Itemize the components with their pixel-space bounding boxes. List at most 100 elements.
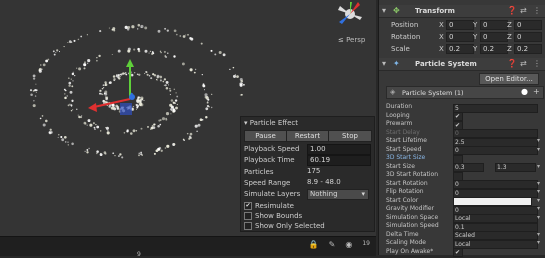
particle-dot [41,115,44,117]
particle-dot [236,75,239,78]
particle-dot [68,84,71,87]
bottom-field[interactable]: 9 [137,251,227,258]
restart-button[interactable]: Restart [286,130,329,142]
scale-z-axis-label[interactable]: Z [507,45,512,53]
prop-field-duration[interactable]: 5 [453,103,538,113]
particle-system-header[interactable]: ▾ ✦ Particle System ❓ ⇄ ⋮ [379,58,545,71]
particle-dot [121,156,124,159]
show-bounds-toggle[interactable]: Show Bounds [244,211,302,221]
position-x-field[interactable]: 0 [446,20,474,30]
show-only-selected-toggle[interactable]: Show Only Selected [244,221,325,231]
particle-dot [149,50,152,53]
simulate-layers-dropdown[interactable]: Nothing ▾ [307,189,369,200]
more-icon[interactable]: ⋮ [533,59,541,68]
expand-triangle-icon[interactable]: ▾ [382,59,386,68]
stop-button[interactable]: Stop [328,130,372,142]
help-icon[interactable]: ❓ [507,6,517,15]
particle-dot [84,150,86,152]
scene-view[interactable]: ≤ Persp ▾ Particle Effect Pause Restart … [0,0,376,236]
particle-dot [194,68,197,71]
expand-triangle-icon[interactable]: ▾ [382,6,386,15]
projection-label[interactable]: ≤ Persp [338,36,365,44]
visibility-icon[interactable]: ◉ [345,240,352,249]
playback-speed-field[interactable]: 1.00 [307,144,371,155]
playback-time-field[interactable]: 60.19 [307,155,371,166]
particle-dot [88,147,90,150]
particle-dot [63,46,65,48]
chevron-down-icon[interactable]: ▾ [537,137,540,144]
position-y-field[interactable]: 0 [480,20,508,30]
particle-dot [144,26,148,30]
collapse-triangle-icon[interactable]: ▾ [244,119,248,127]
particle-dot [222,53,226,57]
rotation-x-axis-label[interactable]: X [439,33,444,41]
chevron-down-icon[interactable]: ▾ [537,239,540,246]
more-icon[interactable]: ⋮ [533,6,541,15]
rotation-z-field[interactable]: 0 [514,32,542,42]
orientation-gizmo[interactable] [330,0,370,34]
show-only-selected-label: Show Only Selected [255,222,325,230]
particle-dot [40,64,42,66]
particle-dot [188,137,191,140]
chevron-down-icon[interactable]: ▾ [537,163,540,170]
rotation-x-field[interactable]: 0 [446,32,474,42]
particle-dot [239,83,243,87]
move-gizmo[interactable] [80,55,150,125]
prop-field-start-speed[interactable]: 0 [453,146,538,155]
show-bounds-checkbox[interactable] [244,212,252,220]
add-icon[interactable]: + [533,87,540,96]
particle-dot [137,47,140,51]
particle-dot [182,35,186,38]
scale-z-field[interactable]: 0.2 [514,44,542,54]
particle-dot [169,103,173,107]
position-y-axis-label[interactable]: Y [473,21,477,29]
open-editor-button[interactable]: Open Editor... [479,73,539,85]
scale-y-axis-label[interactable]: Y [473,45,477,53]
show-only-selected-checkbox[interactable] [244,222,252,230]
rotation-y-axis-label[interactable]: Y [473,33,477,41]
particle-dot [35,83,37,85]
scale-y-field[interactable]: 0.2 [480,44,508,54]
transform-header[interactable]: ▾ ✥ Transform ❓ ⇄ ⋮ [379,5,545,18]
tag-icon[interactable]: ✎ [329,240,336,249]
pause-button[interactable]: Pause [244,130,287,142]
position-z-axis-label[interactable]: Z [507,21,512,29]
show-bounds-label: Show Bounds [255,212,303,220]
chevron-down-icon[interactable]: ▾ [537,214,540,221]
particle-system-subheader[interactable]: ◈ Particle System (1) ● + [386,86,544,99]
chevron-down-icon[interactable]: ▾ [537,205,540,212]
chevron-down-icon[interactable]: ▾ [537,197,540,204]
help-icon[interactable]: ❓ [507,59,517,68]
rotation-z-axis-label[interactable]: Z [507,33,512,41]
position-x-axis-label[interactable]: X [439,21,444,29]
particle-dot [96,125,100,129]
resimulate-toggle[interactable]: ✔ Resimulate [244,201,294,211]
prop-field-scaling-mode[interactable]: Local [453,239,538,249]
particle-dot [170,113,172,115]
particle-dot [74,74,76,77]
presets-icon[interactable]: ⇄ [520,59,527,68]
chevron-down-icon[interactable]: ▾ [537,180,540,187]
presets-icon[interactable]: ⇄ [520,6,527,15]
position-z-field[interactable]: 0 [514,20,542,30]
particle-dot [105,126,109,130]
scale-label: Scale [391,45,410,53]
particle-dot [33,100,35,102]
lock-icon[interactable]: 🔒 [309,240,319,249]
particle-dot [66,95,68,97]
prop-field-play-on-awake-[interactable]: ✔ [453,248,463,257]
start-size-max-field[interactable]: 1.3 [495,163,536,172]
resimulate-checkbox[interactable]: ✔ [244,202,252,210]
transform-icon: ✥ [393,6,400,15]
scale-x-axis-label[interactable]: X [439,45,444,53]
scale-x-field[interactable]: 0.2 [446,44,474,54]
particle-dot [86,34,88,36]
rotation-y-field[interactable]: 0 [480,32,508,42]
particle-dot [140,26,142,28]
chevron-down-icon[interactable]: ▾ [537,231,540,238]
help-icon[interactable]: ● [521,87,528,96]
chevron-down-icon[interactable]: ▾ [537,188,540,195]
chevron-down-icon[interactable]: ▾ [537,146,540,153]
particle-dot [60,135,63,139]
particle-dot [71,85,74,88]
